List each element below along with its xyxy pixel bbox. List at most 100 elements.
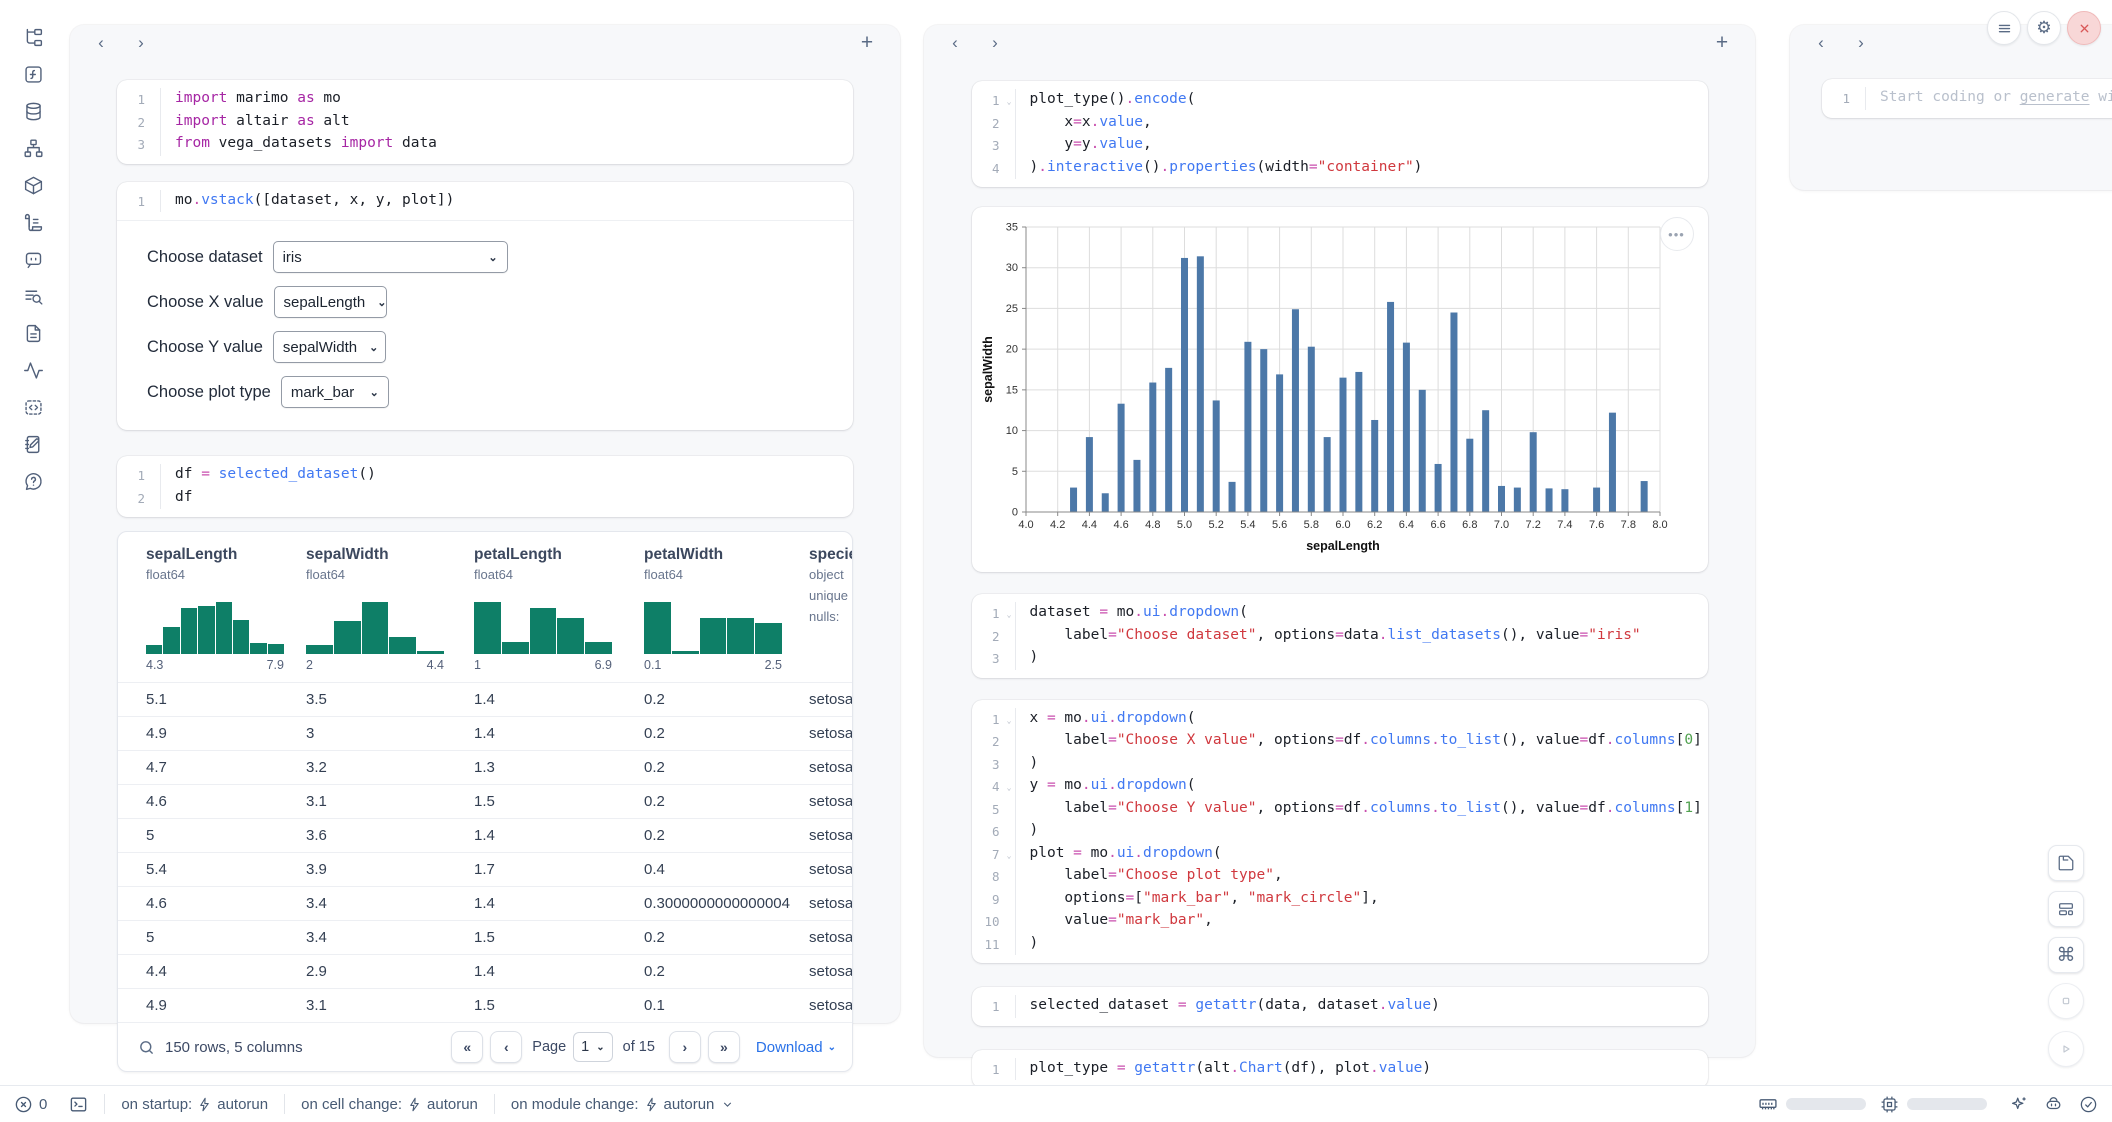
code-text[interactable]: label="Choose plot type",	[1016, 865, 1293, 886]
cell-plot[interactable]: 1⌄plot_type().encode(2 x=x.value,3 y=y.v…	[972, 81, 1708, 187]
save-button[interactable]	[2048, 845, 2084, 881]
cell-imports[interactable]: 1import marimo as mo2import altair as al…	[117, 80, 853, 164]
cell-selected-dataset[interactable]: 1selected_dataset = getattr(data, datase…	[972, 987, 1708, 1026]
generate-with-ai-link[interactable]: generate	[2020, 89, 2090, 105]
code-text[interactable]: label="Choose dataset", options=data.lis…	[1016, 625, 1651, 646]
on-startup-setting[interactable]: on startup: autorun	[121, 1096, 268, 1113]
table-cell: setosa	[809, 861, 852, 878]
column-header-sepalWidth[interactable]: sepalWidthfloat6424.4	[306, 546, 474, 682]
close-button[interactable]	[2067, 11, 2101, 45]
bar-chart[interactable]: 4.04.24.44.64.85.05.25.45.65.86.06.26.46…	[978, 215, 1708, 565]
sidebar-item-code-block[interactable]	[18, 392, 48, 422]
column-scroll-right-button[interactable]: ›	[128, 30, 154, 56]
fold-chevron-icon[interactable]: ⌄	[1007, 605, 1012, 626]
sidebar-item-file-tree[interactable]	[18, 22, 48, 52]
code-text[interactable]: from vega_datasets import data	[161, 133, 447, 154]
column-header-sepalLength[interactable]: sepalLengthfloat644.37.9	[146, 546, 306, 682]
code-text[interactable]: import marimo as mo	[161, 88, 351, 109]
code-text[interactable]: y = mo.ui.dropdown(	[1016, 775, 1206, 796]
code-text[interactable]: )	[1016, 647, 1049, 668]
code-text[interactable]: )	[1016, 820, 1049, 841]
page-number-select[interactable]: 1⌄	[573, 1032, 612, 1062]
sidebar-item-database[interactable]	[18, 96, 48, 126]
previous-page-button[interactable]: ‹	[490, 1031, 522, 1063]
settings-button[interactable]: ⚙	[2027, 11, 2061, 45]
code-text[interactable]: )	[1016, 933, 1049, 954]
terminal-button[interactable]	[69, 1095, 88, 1114]
code-text[interactable]: label="Choose X value", options=df.colum…	[1016, 730, 1712, 751]
column-scroll-right-button[interactable]: ›	[982, 30, 1008, 56]
column-scroll-left-button[interactable]: ‹	[88, 30, 114, 56]
sidebar-item-document[interactable]	[18, 318, 48, 348]
code-text[interactable]: x = mo.ui.dropdown(	[1016, 708, 1206, 729]
new-cell-editor[interactable]: 1 Start coding or generate with AI	[1822, 79, 2112, 118]
stop-button[interactable]	[2048, 983, 2084, 1019]
code-text[interactable]: df = selected_dataset()	[161, 464, 386, 485]
connection-status-button[interactable]	[2079, 1095, 2098, 1114]
code-text[interactable]: plot_type().encode(	[1016, 89, 1206, 110]
add-cell-button[interactable]: +	[1709, 30, 1735, 56]
sidebar-item-help[interactable]	[18, 466, 48, 496]
last-page-button[interactable]: »	[708, 1031, 740, 1063]
choose-dataset-select[interactable]: iris⌄	[273, 241, 508, 273]
column-scroll-right-button[interactable]: ›	[1848, 30, 1874, 56]
copilot-button[interactable]	[2044, 1095, 2063, 1114]
first-page-button[interactable]: «	[451, 1031, 483, 1063]
code-text[interactable]: import altair as alt	[161, 111, 360, 132]
line-number: 1⌄	[972, 708, 1016, 731]
code-text[interactable]: value="mark_bar",	[1016, 910, 1223, 931]
code-text[interactable]: ).interactive().properties(width="contai…	[1016, 157, 1433, 178]
code-text[interactable]: plot_type = getattr(alt.Chart(df), plot.…	[1016, 1058, 1442, 1079]
sidebar-item-dependency-graph[interactable]	[18, 133, 48, 163]
ai-sparkles-button[interactable]	[2009, 1095, 2028, 1114]
code-text[interactable]: dataset = mo.ui.dropdown(	[1016, 602, 1258, 623]
cell-plot-type[interactable]: 1plot_type = getattr(alt.Chart(df), plot…	[972, 1050, 1708, 1089]
fold-chevron-icon[interactable]: ⌄	[1007, 92, 1012, 113]
layout-button[interactable]	[2048, 891, 2084, 927]
sidebar-item-package[interactable]	[18, 170, 48, 200]
column-scroll-left-button[interactable]: ‹	[942, 30, 968, 56]
code-text[interactable]: y=y.value,	[1016, 134, 1162, 155]
fold-chevron-icon[interactable]: ⌄	[1007, 711, 1012, 732]
next-page-button[interactable]: ›	[669, 1031, 701, 1063]
cell-dataset-dropdown[interactable]: 1⌄dataset = mo.ui.dropdown(2 label="Choo…	[972, 594, 1708, 678]
errors-indicator[interactable]: 0	[14, 1095, 47, 1114]
table-body: 5.13.51.40.2setosa4.931.40.2setosa4.73.2…	[118, 682, 852, 1022]
code-text[interactable]: selected_dataset = getattr(data, dataset…	[1016, 995, 1450, 1016]
fold-chevron-icon[interactable]: ⌄	[1007, 846, 1012, 867]
choose-y-select[interactable]: sepalWidth⌄	[273, 331, 386, 363]
choose-plot-type-select[interactable]: mark_bar⌄	[281, 376, 389, 408]
choose-x-select[interactable]: sepalLength⌄	[274, 286, 387, 318]
sidebar-item-scroll-text[interactable]	[18, 207, 48, 237]
menu-button[interactable]	[1987, 11, 2021, 45]
sidebar-item-logs-search[interactable]	[18, 281, 48, 311]
sidebar-item-chatbot[interactable]	[18, 244, 48, 274]
column-header-petalWidth[interactable]: petalWidthfloat640.12.5	[644, 546, 809, 682]
column-scroll-left-button[interactable]: ‹	[1808, 30, 1834, 56]
keyboard-shortcuts-button[interactable]: ⌘	[2048, 937, 2084, 973]
chart-options-button[interactable]: •••	[1660, 217, 1694, 251]
code-text[interactable]: plot = mo.ui.dropdown(	[1016, 843, 1232, 864]
cell-df[interactable]: 1df = selected_dataset()2df	[117, 456, 853, 517]
code-text[interactable]: x=x.value,	[1016, 112, 1162, 133]
sidebar-item-function-square[interactable]	[18, 59, 48, 89]
on-cell-change-setting[interactable]: on cell change: autorun	[301, 1096, 478, 1113]
code-text[interactable]: label="Choose Y value", options=df.colum…	[1016, 798, 1712, 819]
fold-chevron-icon[interactable]: ⌄	[1007, 778, 1012, 799]
column-header-petalLength[interactable]: petalLengthfloat6416.9	[474, 546, 644, 682]
sidebar-item-scratchpad[interactable]	[18, 429, 48, 459]
svg-text:20: 20	[1005, 344, 1017, 356]
search-icon[interactable]	[138, 1039, 155, 1056]
download-button[interactable]: Download⌄	[756, 1039, 836, 1056]
add-cell-button[interactable]: +	[854, 30, 880, 56]
code-text[interactable]: options=["mark_bar", "mark_circle"],	[1016, 888, 1389, 909]
sidebar-item-activity[interactable]	[18, 355, 48, 385]
cell-xy-plot-dropdowns[interactable]: 1⌄x = mo.ui.dropdown(2 label="Choose X v…	[972, 700, 1708, 964]
code-text[interactable]: )	[1016, 753, 1049, 774]
column-header-species[interactable]: speciesobjectuniquenulls:	[809, 546, 852, 682]
cell-vstack-code[interactable]: 1mo.vstack([dataset, x, y, plot])	[117, 182, 853, 221]
run-button[interactable]	[2048, 1031, 2084, 1067]
on-module-change-setting[interactable]: on module change: autorun	[511, 1096, 734, 1113]
code-text[interactable]: df	[161, 487, 202, 508]
code-text[interactable]: mo.vstack([dataset, x, y, plot])	[161, 190, 464, 211]
